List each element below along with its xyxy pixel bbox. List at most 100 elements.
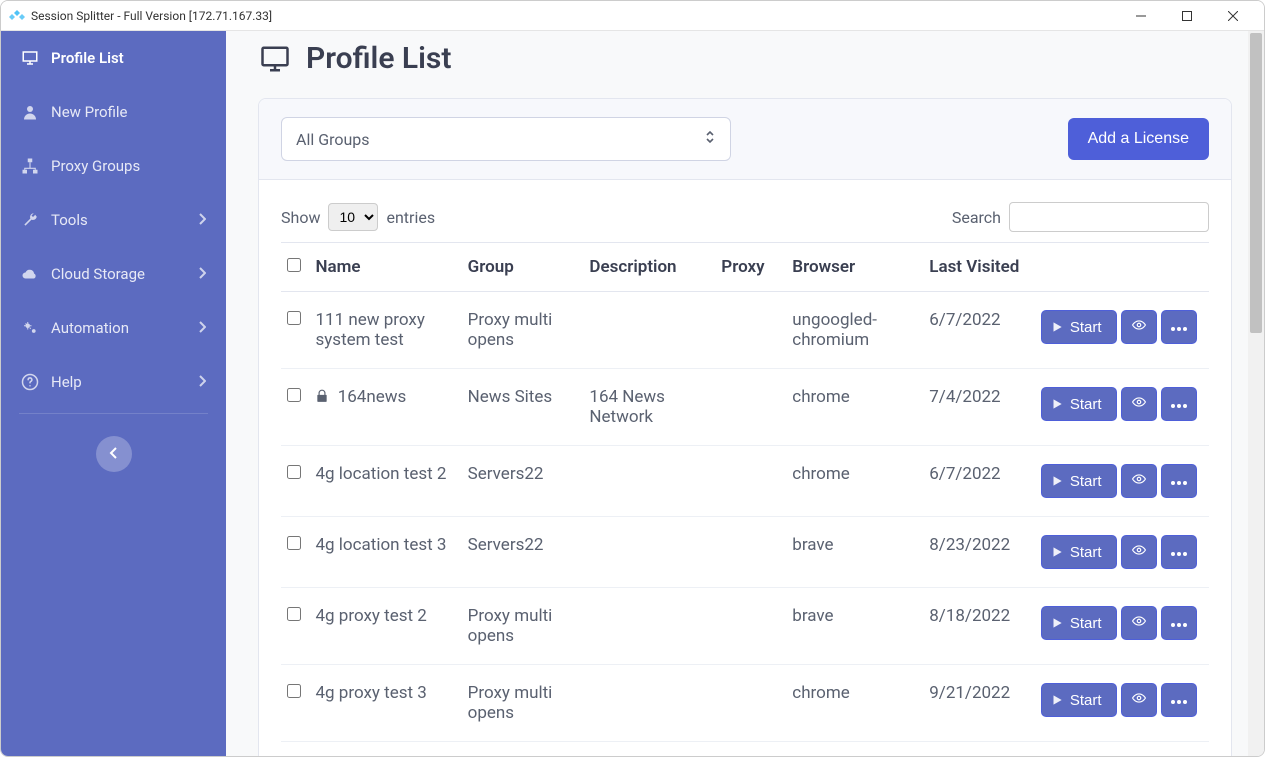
cell-name: 4g location test 3 [315, 517, 467, 588]
ellipsis-icon [1170, 473, 1188, 490]
cell-last-visited: 8/12/2022 [929, 742, 1041, 757]
maximize-button[interactable] [1164, 1, 1210, 31]
view-button[interactable] [1121, 464, 1157, 498]
row-checkbox[interactable] [287, 536, 301, 550]
search-input[interactable] [1009, 202, 1209, 232]
col-header-name[interactable]: Name [315, 243, 467, 292]
collapse-sidebar-button[interactable] [96, 436, 132, 472]
sidebar-item-automation[interactable]: Automation [1, 301, 226, 355]
cell-last-visited: 6/7/2022 [929, 446, 1041, 517]
sidebar-item-cloud-storage[interactable]: Cloud Storage [1, 247, 226, 301]
cell-actions: Start [1041, 517, 1209, 588]
table-row: 111 new proxy system testProxy multi ope… [281, 292, 1209, 369]
group-filter-select[interactable]: All Groups [281, 117, 731, 161]
col-header-last-visited[interactable]: Last Visited [929, 243, 1041, 292]
card-toolbar: All Groups Add a License [259, 99, 1231, 180]
cell-proxy [721, 446, 792, 517]
start-button[interactable]: Start [1041, 683, 1117, 717]
window-title: Session Splitter - Full Version [172.71.… [31, 9, 1118, 23]
chevron-left-icon [109, 445, 119, 464]
cell-group: Proxy multi opens [468, 665, 590, 742]
row-checkbox[interactable] [287, 684, 301, 698]
row-checkbox[interactable] [287, 607, 301, 621]
ellipsis-icon [1170, 615, 1188, 632]
cell-description [589, 742, 721, 757]
cell-group: Servers22 [468, 446, 590, 517]
page-size-select[interactable]: 10 [328, 203, 378, 231]
select-all-checkbox[interactable] [287, 258, 301, 272]
sidebar-item-label: New Profile [51, 103, 128, 121]
cell-last-visited: 8/23/2022 [929, 517, 1041, 588]
page-title: Profile List [258, 41, 1232, 76]
view-button[interactable] [1121, 310, 1157, 344]
chevron-right-icon [198, 211, 206, 229]
cell-browser: chrome [792, 369, 929, 446]
sidebar-item-proxy-groups[interactable]: Proxy Groups [1, 139, 226, 193]
cell-browser: chrome [792, 446, 929, 517]
table-row: 4g location test 2Servers22chrome6/7/202… [281, 446, 1209, 517]
cell-group: Proxy multi opens [468, 588, 590, 665]
view-button[interactable] [1121, 606, 1157, 640]
start-button[interactable]: Start [1041, 464, 1117, 498]
sidebar-item-new-profile[interactable]: New Profile [1, 85, 226, 139]
table-header-row: Name Group Description Proxy Browser Las… [281, 243, 1209, 292]
chevron-right-icon [198, 319, 206, 337]
col-header-browser[interactable]: Browser [792, 243, 929, 292]
close-button[interactable] [1210, 1, 1256, 31]
view-button[interactable] [1121, 535, 1157, 569]
row-checkbox[interactable] [287, 465, 301, 479]
cell-description: 164 News Network [589, 369, 721, 446]
start-button[interactable]: Start [1041, 310, 1117, 344]
row-checkbox[interactable] [287, 311, 301, 325]
cell-proxy [721, 665, 792, 742]
cell-description [589, 292, 721, 369]
col-header-group[interactable]: Group [468, 243, 590, 292]
scrollbar[interactable] [1248, 31, 1264, 756]
more-actions-button[interactable] [1161, 606, 1197, 640]
eye-icon [1130, 318, 1148, 336]
cell-group: News Sites [468, 369, 590, 446]
chevron-right-icon [198, 373, 206, 391]
sidebar-item-label: Cloud Storage [51, 265, 145, 283]
cell-proxy [721, 588, 792, 665]
cloud-icon [21, 265, 39, 283]
cell-proxy [721, 292, 792, 369]
row-checkbox[interactable] [287, 388, 301, 402]
more-actions-button[interactable] [1161, 535, 1197, 569]
sidebar-item-tools[interactable]: Tools [1, 193, 226, 247]
minimize-button[interactable] [1118, 1, 1164, 31]
view-button[interactable] [1121, 683, 1157, 717]
cogs-icon [21, 319, 39, 337]
cell-name: 4g proxy test 2 [315, 588, 467, 665]
sidebar-item-label: Automation [51, 319, 129, 337]
sidebar-item-help[interactable]: Help [1, 355, 226, 409]
eye-icon [1130, 472, 1148, 490]
more-actions-button[interactable] [1161, 387, 1197, 421]
cell-description [589, 665, 721, 742]
cell-actions: Start [1041, 369, 1209, 446]
start-button[interactable]: Start [1041, 606, 1117, 640]
monitor-icon [21, 49, 39, 67]
view-button[interactable] [1121, 387, 1157, 421]
more-actions-button[interactable] [1161, 310, 1197, 344]
cell-actions: Start [1041, 292, 1209, 369]
more-actions-button[interactable] [1161, 683, 1197, 717]
add-license-button[interactable]: Add a License [1068, 118, 1209, 160]
col-header-description[interactable]: Description [589, 243, 721, 292]
table-row: 4g location test 3Servers22brave8/23/202… [281, 517, 1209, 588]
cell-description [589, 517, 721, 588]
sidebar-item-label: Profile List [51, 49, 124, 67]
app-icon [9, 8, 25, 24]
question-icon [21, 373, 39, 391]
col-header-proxy[interactable]: Proxy [721, 243, 792, 292]
cell-description [589, 588, 721, 665]
cell-last-visited: 8/18/2022 [929, 588, 1041, 665]
cell-description [589, 446, 721, 517]
more-actions-button[interactable] [1161, 464, 1197, 498]
sidebar-item-profile-list[interactable]: Profile List [1, 31, 226, 85]
start-button[interactable]: Start [1041, 535, 1117, 569]
scrollbar-thumb[interactable] [1250, 33, 1262, 333]
ellipsis-icon [1170, 319, 1188, 336]
start-button[interactable]: Start [1041, 387, 1117, 421]
main-content: Profile List All Groups Add a License Sh… [226, 31, 1264, 756]
